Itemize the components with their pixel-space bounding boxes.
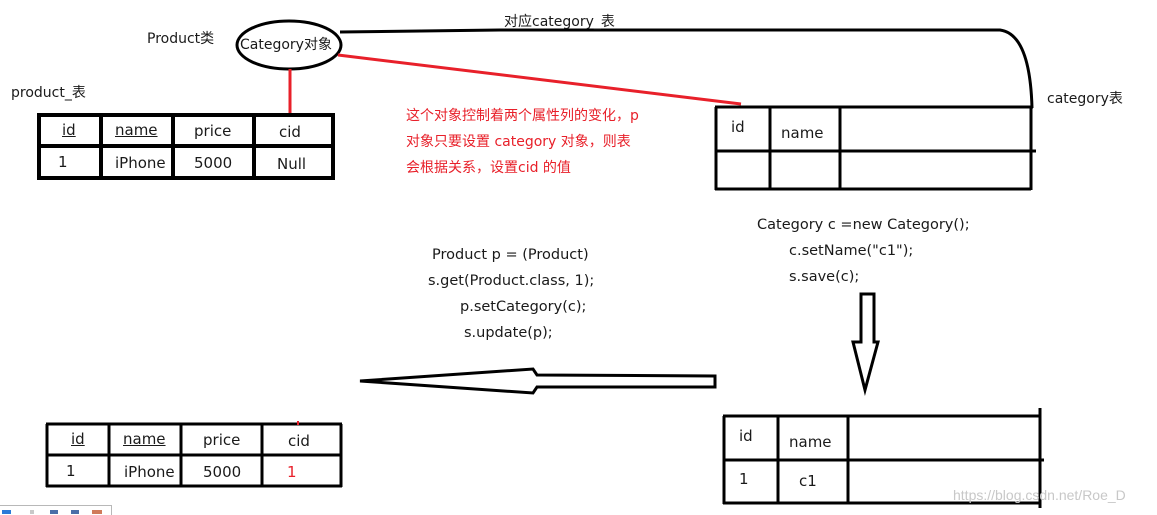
note-line: 这个对象控制着两个属性列的变化，p: [406, 108, 639, 124]
header-name: name: [789, 433, 832, 451]
note-line: 会根据关系，设置cid 的值: [406, 160, 571, 176]
header-id: id: [62, 121, 76, 139]
relation-note: 这个对象控制着两个属性列的变化，p 对象只要设置 category 对象，则表 …: [406, 103, 639, 181]
code-line: s.update(p);: [464, 325, 553, 341]
object-to-category-line: [337, 53, 742, 106]
product-table-label: product_表: [11, 85, 86, 101]
cell-price: 5000: [194, 154, 233, 172]
maps-to-category-table-label: 对应category_表: [504, 14, 615, 30]
cell-name: c1: [799, 472, 817, 490]
header-name: name: [781, 124, 824, 142]
toolbar-icon[interactable]: [71, 510, 79, 514]
header-id: id: [731, 118, 745, 136]
cell-name: iPhone: [115, 154, 166, 172]
product-class-label: Product类: [147, 31, 215, 47]
cell-id: 1: [58, 153, 68, 171]
code-line: c.setName("c1");: [789, 243, 914, 259]
toolbar-icon[interactable]: [30, 510, 34, 514]
code-line: Product p = (Product): [432, 247, 589, 263]
toolbar-icon[interactable]: [50, 510, 58, 514]
toolbar-icon[interactable]: [2, 510, 11, 514]
cell-id: 1: [739, 470, 749, 488]
header-id: id: [71, 430, 85, 448]
note-line: 对象只要设置 category 对象，则表: [406, 134, 631, 150]
cell-name: iPhone: [124, 463, 175, 481]
header-name: name: [115, 121, 158, 139]
category-code-block: Category c =new Category(); c.setName("c…: [757, 212, 970, 290]
header-price: price: [194, 122, 232, 140]
category-object-label: Category对象: [240, 37, 332, 53]
code-line: s.save(c);: [789, 269, 860, 285]
header-cid: cid: [288, 432, 310, 450]
header-cid: cid: [279, 123, 301, 141]
category-table-label: category表: [1047, 91, 1123, 107]
toolbar-icon[interactable]: [92, 510, 102, 514]
cell-price: 5000: [203, 463, 242, 481]
category-table-before-grid: [714, 105, 1036, 191]
cell-cid: Null: [277, 155, 307, 173]
header-name: name: [123, 430, 166, 448]
watermark: https://blog.csdn.net/Roe_D: [953, 487, 1126, 503]
left-arrow: [359, 367, 717, 395]
cell-id: 1: [66, 462, 76, 480]
down-arrow: [851, 292, 880, 396]
header-price: price: [203, 431, 241, 449]
code-line: s.get(Product.class, 1);: [428, 273, 595, 289]
cell-cid: 1: [287, 463, 297, 481]
header-id: id: [739, 427, 753, 445]
code-line: Category c =new Category();: [757, 217, 970, 233]
code-line: p.setCategory(c);: [460, 299, 587, 315]
product-code-block: Product p = (Product) s.get(Product.clas…: [428, 242, 594, 346]
